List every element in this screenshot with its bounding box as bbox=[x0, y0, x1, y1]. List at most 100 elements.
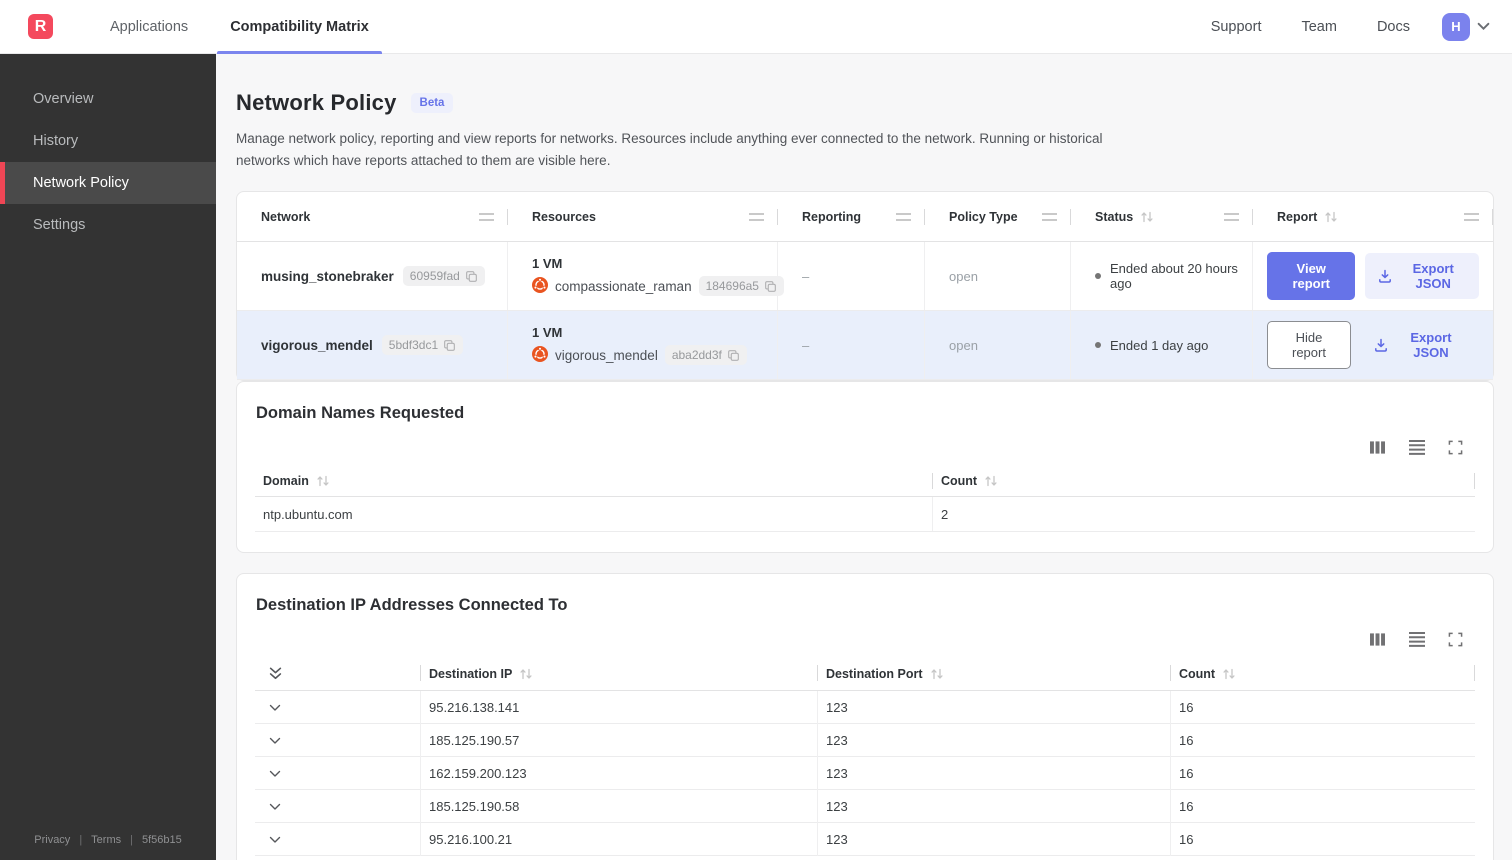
column-header-destination-ip[interactable]: Destination IP bbox=[421, 657, 818, 690]
drag-handle-icon[interactable] bbox=[1224, 212, 1239, 221]
destination-row[interactable]: 95.216.100.21 123 16 bbox=[255, 823, 1475, 857]
user-avatar[interactable]: H bbox=[1442, 12, 1470, 41]
sidebar-item-overview[interactable]: Overview bbox=[0, 78, 216, 120]
expand-icon[interactable] bbox=[1448, 440, 1463, 455]
ubuntu-icon bbox=[532, 276, 548, 296]
columns-icon[interactable] bbox=[1369, 440, 1386, 455]
status-dot-icon bbox=[1095, 273, 1101, 280]
download-icon bbox=[1378, 269, 1392, 283]
drag-handle-icon[interactable] bbox=[749, 212, 764, 221]
drag-handle-icon[interactable] bbox=[1464, 212, 1479, 221]
sidebar-item-network-policy[interactable]: Network Policy bbox=[0, 162, 216, 204]
policy-type-cell: open bbox=[925, 311, 1071, 380]
networks-card: Network Resources Reporting Policy Type … bbox=[236, 191, 1494, 382]
top-nav: R Applications Compatibility Matrix Supp… bbox=[0, 0, 1512, 54]
domain-row[interactable]: ntp.ubuntu.com 2 bbox=[255, 497, 1475, 533]
destination-row[interactable]: 95.216.138.141 123 16 bbox=[255, 691, 1475, 725]
copy-icon[interactable] bbox=[764, 280, 777, 293]
sort-icon[interactable] bbox=[1324, 211, 1338, 223]
copy-icon[interactable] bbox=[727, 349, 740, 362]
sort-icon[interactable] bbox=[316, 475, 330, 487]
vm-id-badge: 184696a5 bbox=[698, 276, 784, 297]
column-header-count[interactable]: Count bbox=[1171, 657, 1475, 690]
domains-card: Domain Names Requested Domain Count ntp.… bbox=[236, 381, 1494, 554]
report-cell: Hide report Export JSON bbox=[1253, 311, 1493, 379]
expand-row-button[interactable] bbox=[255, 724, 421, 758]
sidebar-item-history[interactable]: History bbox=[0, 120, 216, 162]
terms-link[interactable]: Terms bbox=[91, 834, 121, 846]
page-title: Network Policy bbox=[236, 90, 397, 115]
nav-link-team[interactable]: Team bbox=[1281, 19, 1356, 35]
column-header-destination-port[interactable]: Destination Port bbox=[818, 657, 1171, 690]
tab-compatibility-matrix[interactable]: Compatibility Matrix bbox=[209, 0, 390, 54]
domains-table-header: Domain Count bbox=[255, 465, 1475, 498]
network-row-vigorous-mendel[interactable]: vigorous_mendel 5bdf3dc1 1 VM vigorous_m… bbox=[237, 311, 1493, 381]
view-report-button[interactable]: View report bbox=[1267, 252, 1356, 301]
column-header-status[interactable]: Status bbox=[1071, 192, 1253, 241]
network-cell: vigorous_mendel 5bdf3dc1 bbox=[237, 311, 508, 380]
top-nav-right: Support Team Docs H bbox=[1191, 0, 1512, 53]
column-header-network: Network bbox=[237, 192, 508, 241]
sort-icon[interactable] bbox=[984, 475, 998, 487]
vm-name[interactable]: compassionate_raman bbox=[555, 279, 692, 294]
column-header-domain[interactable]: Domain bbox=[255, 465, 933, 496]
rows-icon[interactable] bbox=[1408, 631, 1426, 648]
app-logo[interactable]: R bbox=[28, 14, 53, 39]
drag-handle-icon[interactable] bbox=[479, 212, 494, 221]
column-header-policy-type: Policy Type bbox=[925, 192, 1071, 241]
sort-icon[interactable] bbox=[930, 668, 944, 680]
tab-applications[interactable]: Applications bbox=[89, 0, 209, 54]
column-header-count[interactable]: Count bbox=[933, 465, 1475, 496]
columns-icon[interactable] bbox=[1369, 632, 1386, 647]
sidebar-item-settings[interactable]: Settings bbox=[0, 204, 216, 246]
expand-icon[interactable] bbox=[1448, 632, 1463, 647]
status-dot-icon bbox=[1095, 342, 1101, 349]
vm-name[interactable]: vigorous_mendel bbox=[555, 348, 658, 363]
drag-handle-icon[interactable] bbox=[896, 212, 911, 221]
ubuntu-icon bbox=[532, 345, 548, 365]
column-header-report[interactable]: Report bbox=[1253, 192, 1493, 241]
chevron-down-icon[interactable] bbox=[1477, 22, 1490, 31]
count-cell: 16 bbox=[1179, 766, 1194, 782]
destination-port-cell: 123 bbox=[818, 724, 1171, 758]
drag-handle-icon[interactable] bbox=[1042, 212, 1057, 221]
destination-row[interactable]: 185.125.190.57 123 16 bbox=[255, 724, 1475, 758]
vm-count: 1 VM bbox=[532, 325, 563, 341]
network-row-musing-stonebraker[interactable]: musing_stonebraker 60959fad 1 VM compass… bbox=[237, 242, 1493, 312]
expand-row-button[interactable] bbox=[255, 691, 421, 725]
nav-link-docs[interactable]: Docs bbox=[1357, 19, 1430, 35]
vm-count: 1 VM bbox=[532, 256, 563, 272]
sort-icon[interactable] bbox=[519, 668, 533, 680]
network-name: vigorous_mendel bbox=[261, 337, 373, 353]
export-json-button[interactable]: Export JSON bbox=[1365, 253, 1479, 300]
destination-row[interactable]: 162.159.200.123 123 16 bbox=[255, 757, 1475, 791]
nav-link-support[interactable]: Support bbox=[1191, 19, 1282, 35]
resources-cell: 1 VM vigorous_mendel aba2dd3f bbox=[508, 311, 778, 380]
expand-all-rows-button[interactable] bbox=[255, 657, 421, 690]
destination-row[interactable]: 185.125.190.58 123 16 bbox=[255, 790, 1475, 824]
expand-row-button[interactable] bbox=[255, 757, 421, 791]
sort-icon[interactable] bbox=[1140, 211, 1154, 223]
build-id: 5f56b15 bbox=[141, 834, 182, 846]
expand-row-button[interactable] bbox=[255, 823, 421, 857]
privacy-link[interactable]: Privacy bbox=[34, 834, 70, 846]
policy-type-cell: open bbox=[925, 242, 1071, 311]
count-cell: 2 bbox=[941, 506, 949, 522]
sort-icon[interactable] bbox=[1222, 668, 1236, 680]
resources-cell: 1 VM compassionate_raman 184696a5 bbox=[508, 242, 784, 311]
network-cell: musing_stonebraker 60959fad bbox=[237, 242, 508, 311]
expand-row-button[interactable] bbox=[255, 790, 421, 824]
destination-ip-cell: 95.216.138.141 bbox=[421, 691, 818, 725]
count-cell: 16 bbox=[1179, 733, 1194, 749]
hide-report-button[interactable]: Hide report bbox=[1267, 321, 1351, 370]
copy-icon[interactable] bbox=[443, 339, 456, 352]
rows-icon[interactable] bbox=[1408, 439, 1426, 456]
export-json-button[interactable]: Export JSON bbox=[1361, 322, 1479, 368]
destinations-card: Destination IP Addresses Connected To De… bbox=[236, 573, 1494, 860]
destination-ip-cell: 185.125.190.58 bbox=[421, 790, 818, 824]
download-icon bbox=[1374, 338, 1388, 352]
copy-icon[interactable] bbox=[465, 270, 478, 283]
network-name: musing_stonebraker bbox=[261, 268, 394, 284]
destination-port-cell: 123 bbox=[818, 823, 1171, 857]
reporting-cell: – bbox=[778, 242, 925, 311]
